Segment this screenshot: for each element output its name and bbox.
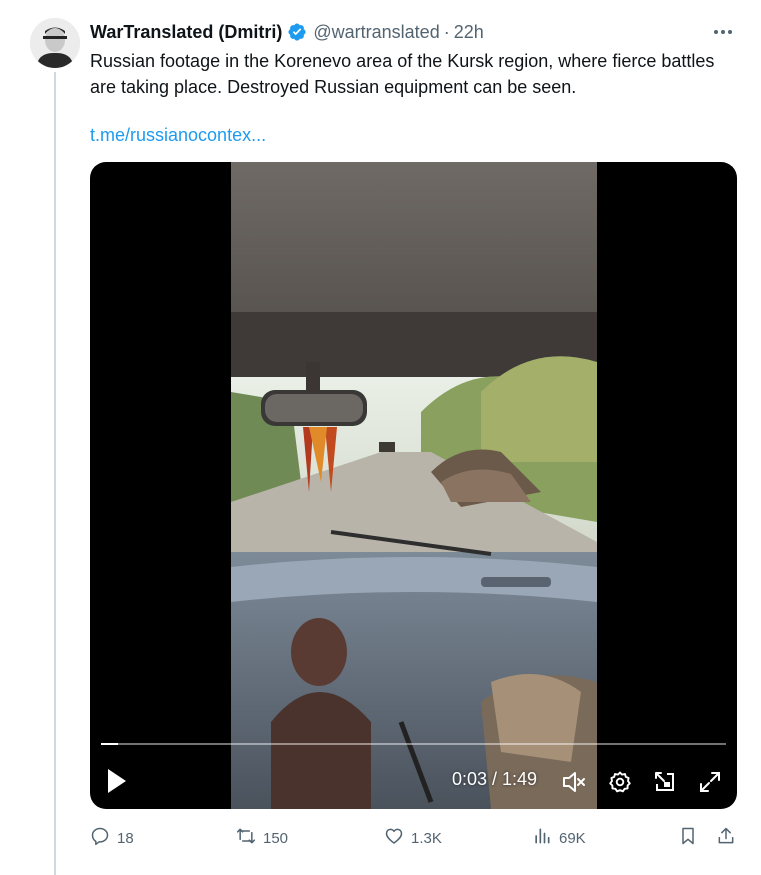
pip-icon[interactable]	[651, 768, 679, 796]
video-time-display: 0:03 / 1:49	[452, 769, 538, 789]
post-header: WarTranslated (Dmitri) @wartranslated · …	[90, 20, 484, 44]
mute-icon[interactable]	[560, 768, 588, 796]
post-text: Russian footage in the Korenevo area of …	[90, 51, 715, 97]
verified-badge-icon[interactable]	[287, 22, 307, 42]
bookmark-icon	[678, 826, 698, 850]
play-icon[interactable]	[104, 766, 130, 796]
post-link[interactable]: t.me/russianocontex...	[90, 122, 266, 148]
post-actions-bar: 18 150 1.3K 69K	[90, 826, 740, 850]
bookmark-button[interactable]	[678, 826, 698, 850]
author-name[interactable]: WarTranslated (Dmitri)	[90, 22, 282, 43]
avatar[interactable]	[30, 18, 80, 68]
views-count: 69K	[559, 829, 586, 847]
video-player[interactable]: 0:03 / 1:49	[90, 162, 737, 809]
analytics-icon	[532, 826, 552, 850]
reply-icon	[90, 826, 110, 850]
reply-button[interactable]: 18	[90, 826, 134, 850]
video-progress-bar[interactable]	[101, 743, 726, 745]
settings-icon[interactable]	[606, 768, 634, 796]
repost-count: 150	[263, 829, 289, 847]
repost-icon	[236, 826, 256, 850]
fullscreen-icon[interactable]	[696, 768, 724, 796]
share-button[interactable]	[716, 826, 736, 850]
post-timestamp[interactable]: 22h	[454, 22, 484, 43]
like-count: 1.3K	[411, 829, 442, 847]
more-options-icon[interactable]	[709, 20, 737, 44]
video-frame[interactable]	[231, 162, 597, 809]
separator-dot: ·	[443, 21, 450, 42]
views-button[interactable]: 69K	[532, 826, 586, 850]
author-handle[interactable]: @wartranslated	[313, 22, 439, 43]
repost-button[interactable]: 150	[236, 826, 288, 850]
heart-icon	[384, 826, 404, 850]
like-button[interactable]: 1.3K	[384, 826, 442, 850]
video-progress-fill	[101, 743, 119, 745]
share-icon	[716, 826, 736, 850]
thread-line	[54, 72, 56, 875]
reply-count: 18	[117, 829, 134, 847]
